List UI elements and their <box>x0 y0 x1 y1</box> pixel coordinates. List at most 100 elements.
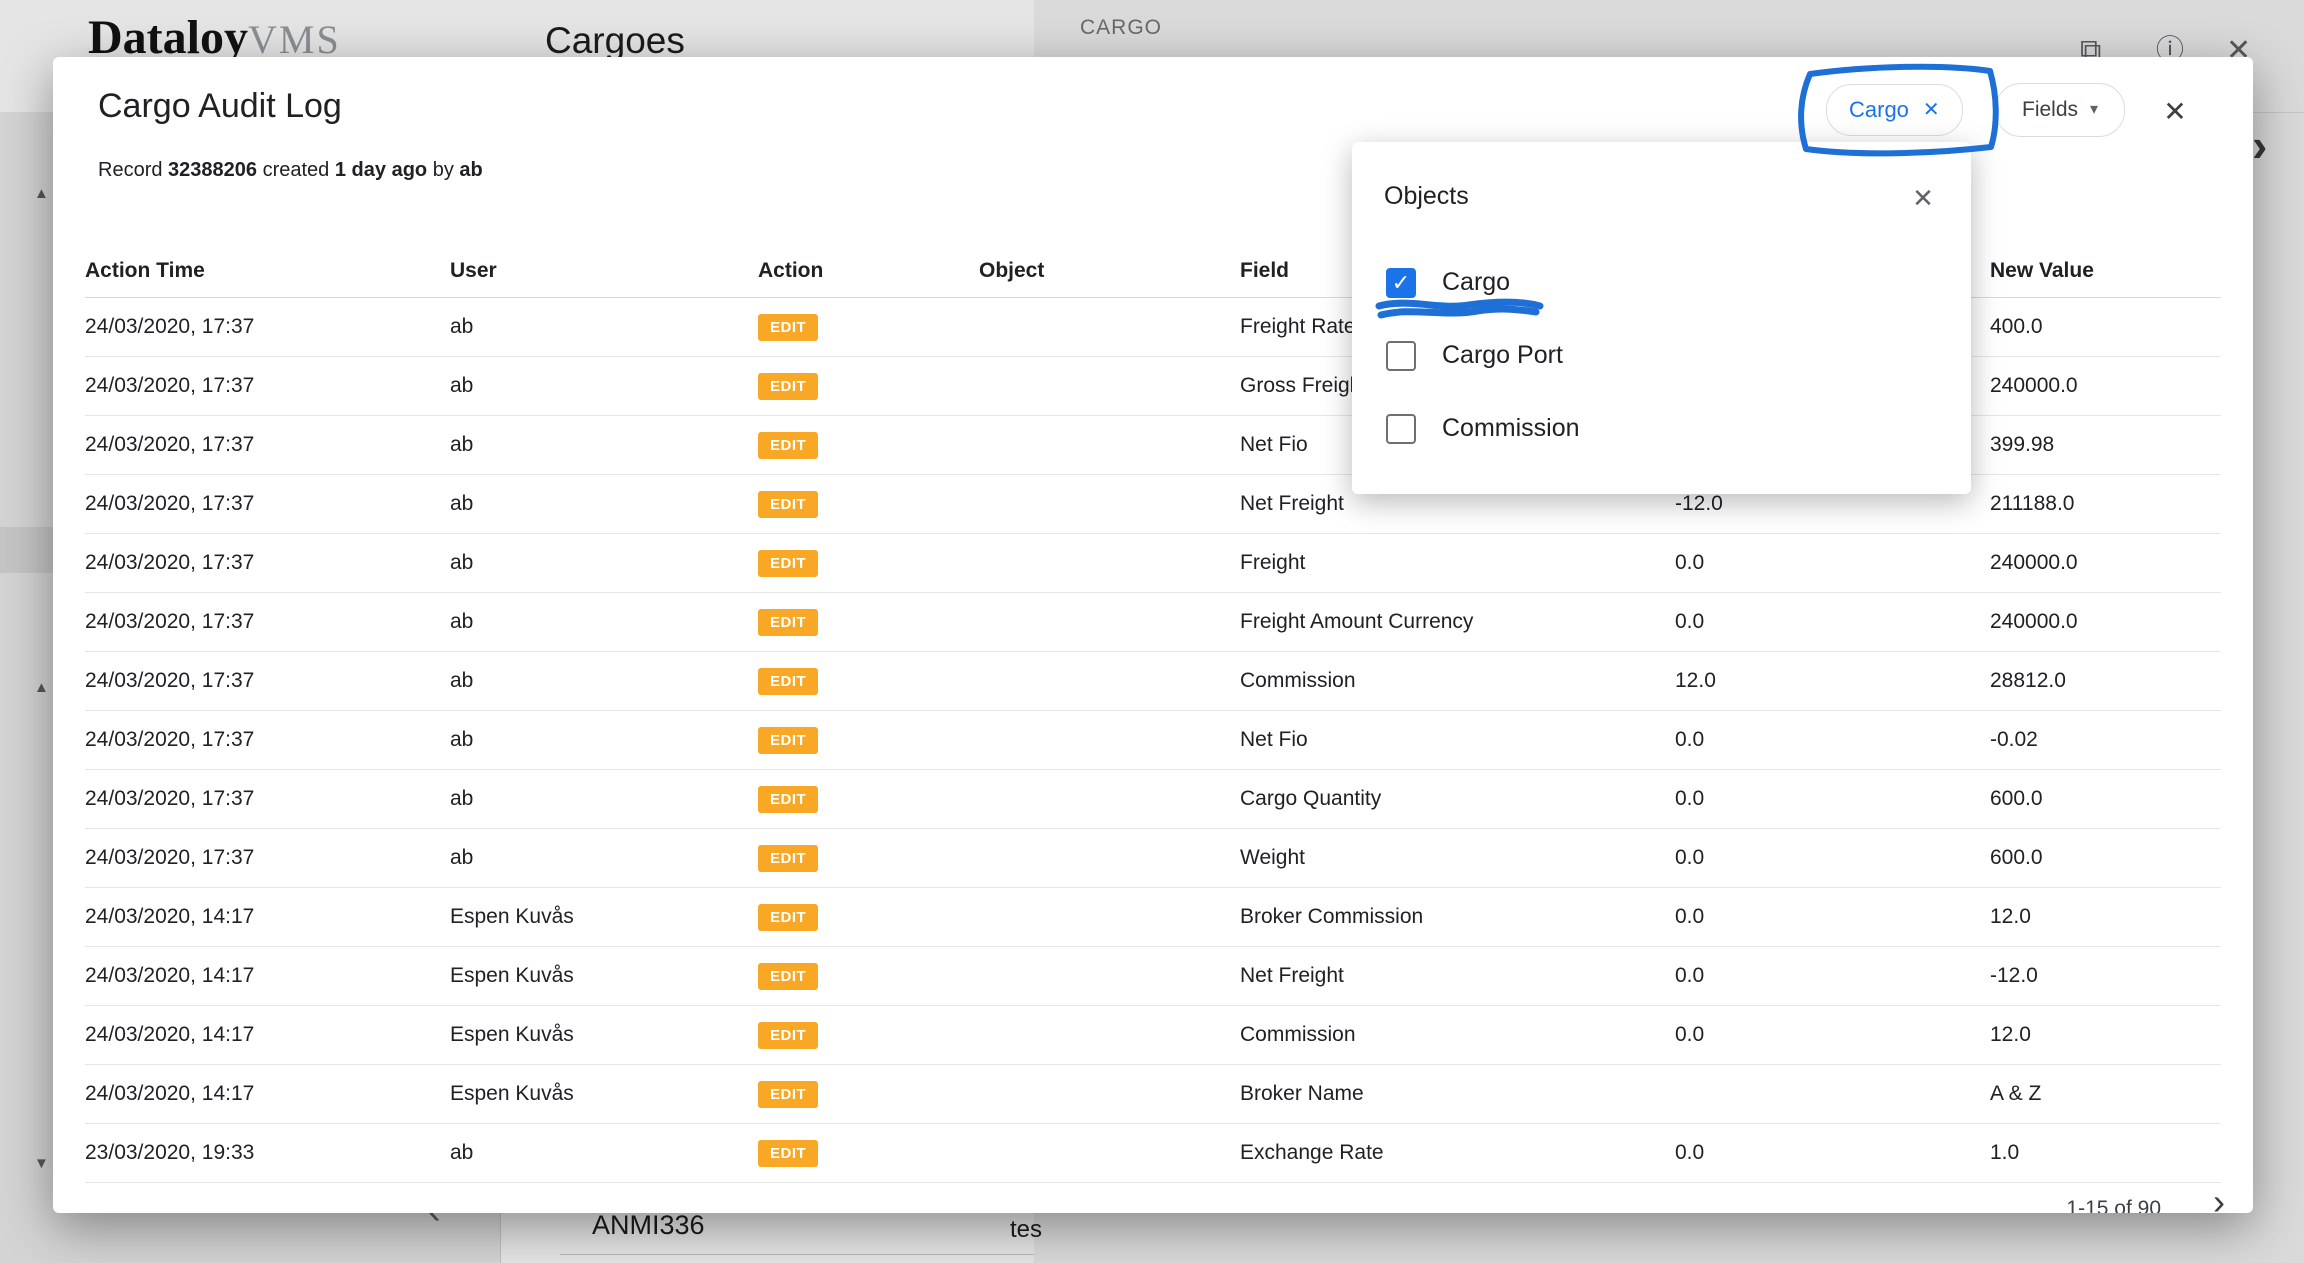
cell-old-value: 0.0 <box>1675 964 1990 988</box>
action-edit-badge: EDIT <box>758 373 818 400</box>
cell-action: EDIT <box>758 550 979 577</box>
cell-action-time: 24/03/2020, 17:37 <box>85 315 450 339</box>
chip-remove-icon[interactable]: ✕ <box>1923 100 1940 120</box>
modal-close-button[interactable]: ✕ <box>2151 87 2199 135</box>
table-row: 24/03/2020, 17:37abEDITWeight0.0600.0 <box>85 829 2221 888</box>
cell-action: EDIT <box>758 314 979 341</box>
cell-old-value: 0.0 <box>1675 846 1990 870</box>
checkbox-checked-icon[interactable]: ✓ <box>1386 268 1416 298</box>
cell-action-time: 24/03/2020, 17:37 <box>85 787 450 811</box>
app-root: DataloyVMS Cargoes CARGO ⧉ ⓘ ✕ › ▲ ▲ ▼ A… <box>0 0 2304 1263</box>
table-row: 24/03/2020, 17:37abEDITNet Fio0.0-0.02 <box>85 711 2221 770</box>
checkbox-unchecked-icon[interactable] <box>1386 414 1416 444</box>
action-edit-badge: EDIT <box>758 904 818 931</box>
cell-field: Commission <box>1240 669 1675 693</box>
next-page-icon[interactable]: › <box>2213 1184 2225 1213</box>
option-label: Commission <box>1442 414 1580 443</box>
pagination-range-label: 1-15 of 90 <box>2066 1197 2161 1213</box>
cell-new-value: 240000.0 <box>1990 610 2221 634</box>
objects-option-list: ✓ Cargo Cargo Port Commission <box>1352 246 1971 465</box>
cell-action: EDIT <box>758 1022 979 1049</box>
cell-old-value: 0.0 <box>1675 728 1990 752</box>
cell-user: ab <box>450 374 758 398</box>
action-edit-badge: EDIT <box>758 845 818 872</box>
action-edit-badge: EDIT <box>758 963 818 990</box>
checkbox-unchecked-icon[interactable] <box>1386 341 1416 371</box>
pagination: 1-15 of 90 › <box>2066 1181 2225 1213</box>
cell-field: Net Freight <box>1240 964 1675 988</box>
table-row: 24/03/2020, 14:17Espen KuvåsEDITCommissi… <box>85 1006 2221 1065</box>
cell-action-time: 24/03/2020, 14:17 <box>85 1023 450 1047</box>
table-row: 24/03/2020, 17:37abEDITFreight Amount Cu… <box>85 593 2221 652</box>
cell-action-time: 24/03/2020, 14:17 <box>85 964 450 988</box>
cell-user: ab <box>450 551 758 575</box>
fields-button[interactable]: Fields ▾ <box>1995 83 2125 137</box>
fields-button-label: Fields <box>2022 98 2078 122</box>
cell-field: Freight Amount Currency <box>1240 610 1675 634</box>
action-edit-badge: EDIT <box>758 314 818 341</box>
cell-action: EDIT <box>758 963 979 990</box>
record-author: ab <box>459 159 482 181</box>
cell-new-value: 400.0 <box>1990 315 2221 339</box>
objects-option-cargo[interactable]: ✓ Cargo <box>1352 246 1971 319</box>
table-row: 24/03/2020, 14:17Espen KuvåsEDIT Broker C… <box>85 888 2221 947</box>
cell-action-time: 24/03/2020, 14:17 <box>85 905 450 929</box>
col-action-time: Action Time <box>85 259 450 283</box>
cell-new-value: 211188.0 <box>1990 492 2221 516</box>
cell-field: Freight <box>1240 551 1675 575</box>
cell-action: EDIT <box>758 786 979 813</box>
cell-action-time: 24/03/2020, 17:37 <box>85 846 450 870</box>
cell-action: EDIT <box>758 727 979 754</box>
cell-new-value: 12.0 <box>1990 905 2221 929</box>
cell-action-time: 23/03/2020, 19:33 <box>85 1141 450 1165</box>
objects-popup-close-button[interactable]: ✕ <box>1901 176 1945 220</box>
cell-action: EDIT <box>758 668 979 695</box>
action-edit-badge: EDIT <box>758 786 818 813</box>
record-summary: Record 32388206 created 1 day ago by ab <box>98 159 483 182</box>
cell-action: EDIT <box>758 609 979 636</box>
action-edit-badge: EDIT <box>758 727 818 754</box>
cell-user: ab <box>450 315 758 339</box>
objects-popup: Objects ✕ ✓CargoCargo PortCommission <box>1352 142 1971 494</box>
record-id: 32388206 <box>168 159 257 181</box>
option-label: Cargo <box>1442 268 1510 297</box>
col-new-value: New Value <box>1990 259 2221 283</box>
cell-user: Espen Kuvås <box>450 905 758 929</box>
action-edit-badge: EDIT <box>758 432 818 459</box>
action-edit-badge: EDIT <box>758 1140 818 1167</box>
cell-new-value: 600.0 <box>1990 846 2221 870</box>
table-row: 24/03/2020, 17:37abEDITCommission12.0288… <box>85 652 2221 711</box>
cell-user: Espen Kuvås <box>450 1023 758 1047</box>
cell-action-time: 24/03/2020, 17:37 <box>85 610 450 634</box>
table-row: 23/03/2020, 19:33abEDITExchange Rate0.01… <box>85 1124 2221 1183</box>
cell-field: Broker Name <box>1240 1082 1675 1106</box>
cell-new-value: 240000.0 <box>1990 374 2221 398</box>
cell-field: Broker Commission <box>1240 905 1675 929</box>
cell-action: EDIT <box>758 1140 979 1167</box>
table-row: 24/03/2020, 17:37abEDITFreight0.0240000.… <box>85 534 2221 593</box>
cell-old-value: 0.0 <box>1675 905 1990 929</box>
cell-old-value: 0.0 <box>1675 610 1990 634</box>
cell-action: EDIT <box>758 845 979 872</box>
action-edit-badge: EDIT <box>758 1081 818 1108</box>
objects-option-commission[interactable]: Commission <box>1352 392 1971 465</box>
col-user: User <box>450 259 758 283</box>
objects-option-cargo-port[interactable]: Cargo Port <box>1352 319 1971 392</box>
record-label: Record <box>98 159 162 181</box>
cell-new-value: -0.02 <box>1990 728 2221 752</box>
cell-action: EDIT <box>758 1081 979 1108</box>
table-row: 24/03/2020, 14:17Espen KuvåsEDITNet Frei… <box>85 947 2221 1006</box>
cell-action-time: 24/03/2020, 14:17 <box>85 1082 450 1106</box>
cargo-filter-chip[interactable]: Cargo ✕ <box>1826 84 1963 136</box>
cell-old-value: -12.0 <box>1675 492 1990 516</box>
action-edit-badge: EDIT <box>758 491 818 518</box>
cell-new-value: 12.0 <box>1990 1023 2221 1047</box>
cell-old-value: 0.0 <box>1675 551 1990 575</box>
close-icon: ✕ <box>2163 95 2186 128</box>
cell-field: Cargo Quantity <box>1240 787 1675 811</box>
cell-user: ab <box>450 433 758 457</box>
action-edit-badge: EDIT <box>758 550 818 577</box>
cell-new-value: 1.0 <box>1990 1141 2221 1165</box>
created-ago: 1 day ago <box>335 159 427 181</box>
cell-old-value: 0.0 <box>1675 787 1990 811</box>
